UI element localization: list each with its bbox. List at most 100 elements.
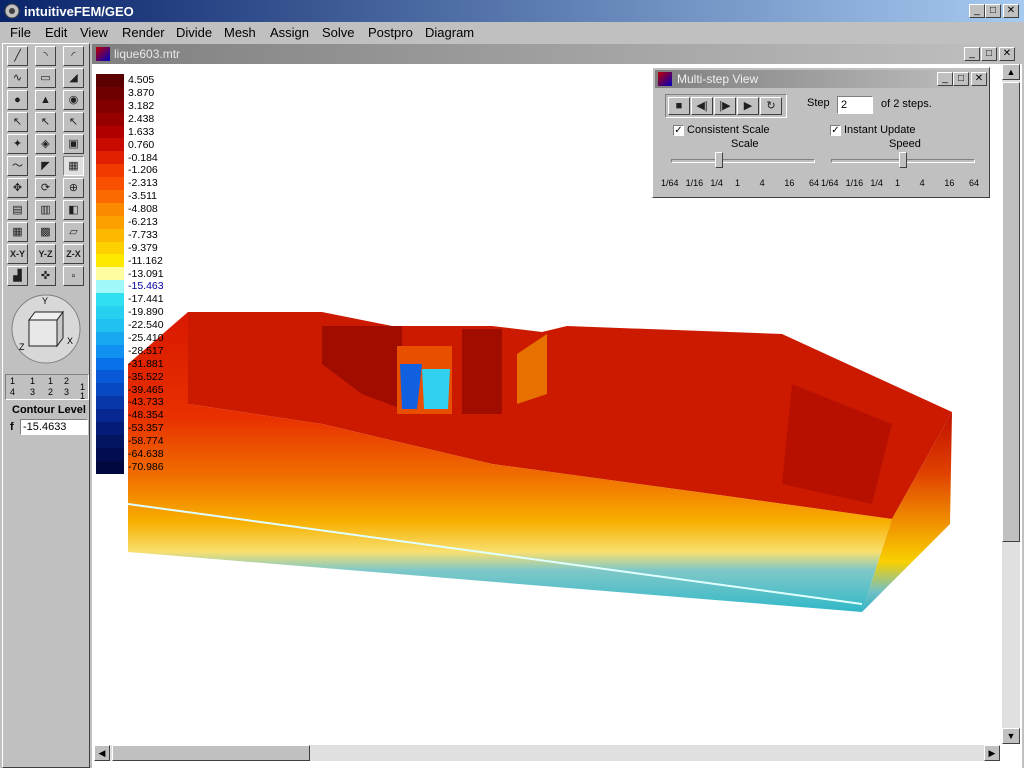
horizontal-scrollbar[interactable]: ◀ ▶: [94, 745, 1000, 761]
step-input[interactable]: 2: [837, 96, 873, 114]
orientation-cube[interactable]: Y X Z: [9, 292, 83, 366]
spline-tool-icon[interactable]: ∿: [7, 68, 28, 88]
select-face-icon[interactable]: ↖: [63, 112, 84, 132]
scroll-up-arrow-icon[interactable]: ▲: [1002, 64, 1020, 80]
scale-slider-track[interactable]: [671, 159, 815, 163]
step-forward-icon[interactable]: |▶: [714, 97, 736, 115]
line-tool-icon[interactable]: ╱: [7, 46, 28, 66]
app-icon[interactable]: [4, 3, 20, 19]
view-shade-icon[interactable]: ◧: [63, 200, 84, 220]
menu-edit[interactable]: Edit: [39, 24, 73, 41]
sweep-tool-icon[interactable]: ◤: [35, 156, 56, 176]
ms-minimize-button[interactable]: _: [937, 72, 953, 86]
contour-level-label: Contour Level: [12, 404, 86, 416]
select-point-icon[interactable]: ↖: [7, 112, 28, 132]
arc-tool-icon[interactable]: ◝: [35, 46, 56, 66]
pan-tool-icon[interactable]: ✥: [7, 178, 28, 198]
sphere-tool-icon[interactable]: ●: [7, 90, 28, 110]
arc3-tool-icon[interactable]: ◜: [63, 46, 84, 66]
legend-row: -53.357: [96, 422, 216, 435]
level-indicator[interactable]: 1 1 1 2 1 4 3 2 3 1: [5, 374, 89, 401]
trench-cyan: [422, 369, 450, 409]
contour-level-input[interactable]: -15.4633: [20, 419, 88, 435]
mesh-grid-icon[interactable]: ▦: [7, 222, 28, 242]
scroll-left-arrow-icon[interactable]: ◀: [94, 745, 110, 761]
vertical-scroll-thumb[interactable]: [1002, 82, 1020, 542]
legend-value: 3.182: [128, 99, 155, 112]
horizontal-scroll-thumb[interactable]: [112, 745, 310, 761]
play-icon[interactable]: ▶: [737, 97, 759, 115]
legend-swatch: [96, 151, 124, 165]
contour-tool-icon[interactable]: ▦: [63, 156, 84, 176]
document-icon: [96, 47, 110, 61]
point-icon[interactable]: ▫: [63, 266, 84, 286]
menu-divide[interactable]: Divide: [170, 24, 218, 41]
maximize-button[interactable]: □: [985, 4, 1001, 18]
plane-icon[interactable]: ▱: [63, 222, 84, 242]
instant-update-label: Instant Update: [844, 124, 916, 136]
legend-value: -15.463: [128, 280, 164, 293]
slider-tick-label: 1/4: [710, 178, 723, 188]
ms-maximize-button[interactable]: □: [953, 72, 969, 86]
menu-mesh[interactable]: Mesh: [218, 24, 262, 41]
view-yz-button[interactable]: Y-Z: [35, 244, 56, 264]
close-button[interactable]: ✕: [1003, 4, 1019, 18]
legend-row: 2.438: [96, 112, 216, 126]
legend-value: -48.354: [128, 409, 164, 422]
surface-tool-icon[interactable]: ◢: [63, 68, 84, 88]
legend-swatch: [96, 280, 124, 294]
move-icon[interactable]: ✜: [35, 266, 56, 286]
doc-minimize-button[interactable]: _: [964, 47, 980, 61]
legend-swatch: [96, 434, 124, 448]
instant-update-checkbox[interactable]: ✓: [830, 125, 841, 136]
legend-value: -70.986: [128, 460, 164, 473]
legend-value: -22.540: [128, 319, 164, 332]
view-box-icon[interactable]: ▤: [7, 200, 28, 220]
mesh-fine-icon[interactable]: ▩: [35, 222, 56, 242]
select-solid-icon[interactable]: ◈: [35, 134, 56, 154]
rectangle-tool-icon[interactable]: ▭: [35, 68, 56, 88]
legend-row: 3.870: [96, 86, 216, 100]
step-back-icon[interactable]: ◀|: [691, 97, 713, 115]
legend-value: -28.517: [128, 344, 164, 357]
scroll-right-arrow-icon[interactable]: ▶: [984, 745, 1000, 761]
loop-icon[interactable]: ↻: [760, 97, 782, 115]
legend-row: -3.511: [96, 190, 216, 203]
view-wire-icon[interactable]: ▥: [35, 200, 56, 220]
doc-close-button[interactable]: ✕: [999, 47, 1015, 61]
curve-tool-icon[interactable]: 〜: [7, 156, 28, 176]
speed-label: Speed: [889, 138, 921, 150]
legend-value: -1.206: [128, 164, 158, 177]
speed-slider-thumb[interactable]: [899, 152, 907, 168]
torus-tool-icon[interactable]: ◉: [63, 90, 84, 110]
legend-swatch: [96, 99, 124, 113]
menu-solve[interactable]: Solve: [316, 24, 361, 41]
menu-diagram[interactable]: Diagram: [419, 24, 480, 41]
ms-close-button[interactable]: ✕: [971, 72, 987, 86]
menu-file[interactable]: File: [4, 24, 37, 41]
chart-icon[interactable]: ▟: [7, 266, 28, 286]
consistent-scale-checkbox[interactable]: ✓: [673, 125, 684, 136]
cone-tool-icon[interactable]: ▲: [35, 90, 56, 110]
rotate-tool-icon[interactable]: ⟳: [35, 178, 56, 198]
vertical-scrollbar[interactable]: ▲ ▼: [1002, 64, 1020, 744]
select-edge-icon[interactable]: ↖: [35, 112, 56, 132]
view-xy-button[interactable]: X-Y: [7, 244, 28, 264]
menu-render[interactable]: Render: [116, 24, 171, 41]
menu-postpro[interactable]: Postpro: [362, 24, 419, 41]
legend-value: 4.505: [128, 74, 155, 87]
doc-maximize-button[interactable]: □: [981, 47, 997, 61]
view-zx-button[interactable]: Z-X: [63, 244, 84, 264]
zoom-tool-icon[interactable]: ⊕: [63, 178, 84, 198]
select-box-icon[interactable]: ▣: [63, 134, 84, 154]
menu-view[interactable]: View: [74, 24, 114, 41]
stop-icon[interactable]: ■: [668, 97, 690, 115]
legend-swatch: [96, 383, 124, 397]
legend-swatch: [96, 422, 124, 435]
select-vertex-icon[interactable]: ✦: [7, 134, 28, 154]
minimize-button[interactable]: _: [969, 4, 985, 18]
scale-slider-thumb[interactable]: [714, 152, 723, 168]
scroll-down-arrow-icon[interactable]: ▼: [1002, 728, 1020, 744]
legend-value: 3.870: [128, 87, 155, 100]
menu-assign[interactable]: Assign: [264, 24, 315, 41]
